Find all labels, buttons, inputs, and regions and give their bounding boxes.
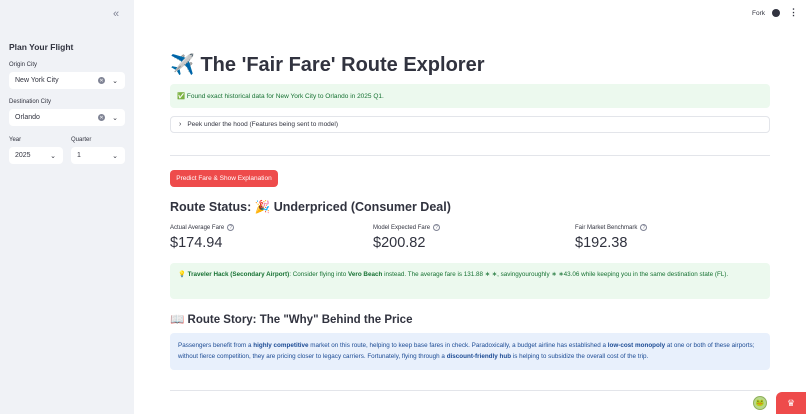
story-bold: low-cost monopoly (607, 342, 666, 349)
expander-label: Peek under the hood (Features being sent… (187, 121, 339, 128)
quarter-label: Quarter (71, 137, 92, 143)
chevron-down-icon[interactable]: ⌄ (110, 152, 120, 160)
quarter-select[interactable]: 1 ⌄ (71, 147, 125, 164)
divider (170, 390, 770, 391)
help-icon[interactable]: ? (640, 224, 648, 231)
year-label: Year (9, 137, 22, 143)
avatar[interactable]: 🐸 (753, 396, 767, 410)
story-bold: highly competitive (253, 342, 309, 349)
origin-value: New York City (15, 77, 59, 84)
features-expander[interactable]: › Peek under the hood (Features being se… (170, 116, 770, 133)
story-text: Passengers benefit from a (178, 342, 254, 349)
lightbulb-icon: 💡 (178, 271, 186, 278)
story-bold: discount-friendly hub (446, 352, 512, 360)
main-menu-icon[interactable]: ⋮ (789, 7, 798, 18)
destination-value: Orlando (15, 114, 40, 121)
metric-actual-value: $174.94 (170, 235, 223, 251)
metric-label-text: Model Expected Fare (373, 224, 431, 231)
app: « Plan Your Flight Origin City New York … (0, 0, 806, 414)
chevron-down-icon[interactable]: ⌄ (110, 114, 120, 122)
github-icon[interactable] (772, 9, 780, 17)
metric-label-text: Fair Market Benchmark (575, 224, 638, 231)
divider (170, 155, 770, 156)
destination-select[interactable]: Orlando ✕ ⌄ (9, 109, 125, 126)
route-story-heading: 📖 Route Story: The "Why" Behind the Pric… (170, 314, 413, 326)
collapse-sidebar-icon[interactable]: « (113, 8, 119, 20)
help-icon[interactable]: ? (433, 224, 441, 231)
metric-benchmark-value: $192.38 (575, 235, 628, 251)
year-select[interactable]: 2025 ⌄ (9, 147, 63, 164)
quarter-value: 1 (77, 152, 81, 159)
predict-fare-button[interactable]: Predict Fare & Show Explanation (170, 170, 278, 187)
route-status-heading: Route Status: 🎉 Underpriced (Consumer De… (170, 200, 451, 214)
metric-label-text: Actual Average Fare (170, 224, 225, 231)
chevron-down-icon[interactable]: ⌄ (110, 77, 120, 85)
story-text: is helping to subsidize the overall cost… (511, 352, 649, 360)
hack-text-after: instead. The average fare is 131.88 ∗ ∗,… (382, 271, 729, 278)
hack-airport: Vero Beach (348, 271, 383, 278)
origin-select[interactable]: New York City ✕ ⌄ (9, 72, 125, 89)
year-value: 2025 (15, 152, 31, 159)
clear-icon[interactable]: ✕ (98, 114, 105, 121)
hack-title: Traveler Hack (Secondary Airport) (187, 271, 290, 278)
metric-actual-label: Actual Average Fare ? (170, 224, 235, 231)
story-text: market on this route, helping to keep ba… (308, 342, 608, 349)
sidebar-title: Plan Your Flight (9, 42, 74, 52)
page-title: ✈️ The 'Fair Fare' Route Explorer (170, 54, 485, 76)
help-icon[interactable]: ? (227, 224, 235, 231)
sidebar: « Plan Your Flight Origin City New York … (0, 0, 134, 414)
traveler-hack-alert: 💡 Traveler Hack (Secondary Airport): Con… (170, 263, 770, 299)
destination-label: Destination City (9, 99, 52, 105)
metric-expected-label: Model Expected Fare ? (373, 224, 441, 231)
metric-expected-value: $200.82 (373, 235, 426, 251)
route-story-info: Passengers benefit from a highly competi… (170, 333, 770, 370)
clear-icon[interactable]: ✕ (98, 77, 105, 84)
success-alert: ✅ Found exact historical data for New Yo… (170, 84, 770, 108)
chevron-right-icon: › (179, 121, 182, 128)
hack-text-before: : Consider flying into (289, 271, 349, 278)
crown-icon[interactable]: ♛ (776, 392, 806, 414)
fork-button[interactable]: Fork (752, 10, 765, 17)
metric-benchmark-label: Fair Market Benchmark ? (575, 224, 648, 231)
origin-label: Origin City (9, 62, 38, 68)
chevron-down-icon[interactable]: ⌄ (48, 152, 58, 160)
